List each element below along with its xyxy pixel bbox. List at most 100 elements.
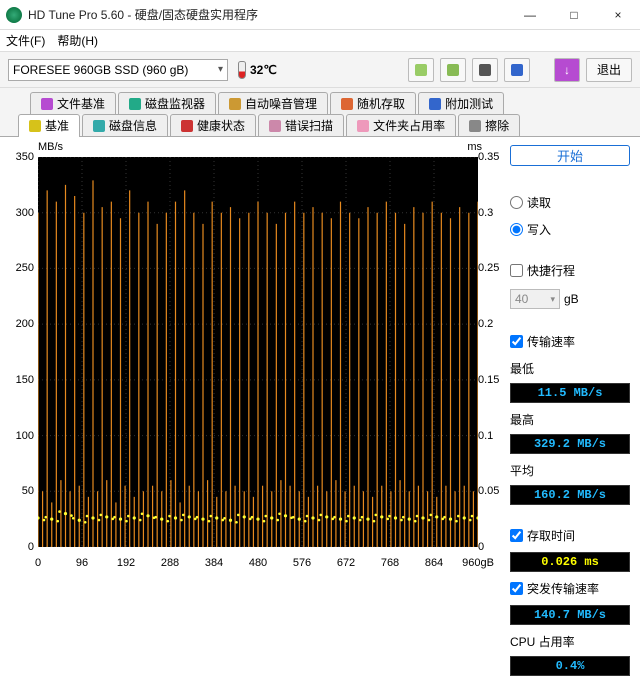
blocksize-unit: gB — [564, 292, 579, 306]
shortstroke-checkbox[interactable]: 快捷行程 — [510, 262, 630, 279]
tab-错误扫描[interactable]: 错误扫描 — [258, 114, 344, 136]
tab-icon — [93, 120, 105, 132]
tab-icon — [429, 98, 441, 110]
y-left-tick: 300 — [6, 207, 34, 219]
tab-文件基准[interactable]: 文件基准 — [30, 92, 116, 114]
y-left-tick: 100 — [6, 430, 34, 442]
save-button[interactable] — [504, 58, 530, 82]
tab-健康状态[interactable]: 健康状态 — [170, 114, 256, 136]
y-left-tick: 200 — [6, 318, 34, 330]
drive-select[interactable]: FORESEE 960GB SSD (960 gB) ▾ — [8, 59, 228, 81]
x-tick: 864 — [425, 557, 443, 569]
write-radio[interactable]: 写入 — [510, 221, 630, 238]
tab-icon — [129, 98, 141, 110]
maximize-button[interactable]: □ — [552, 0, 596, 30]
tab-label: 擦除 — [485, 117, 509, 134]
y-left-tick: 50 — [6, 485, 34, 497]
cpu-value: 0.4% — [510, 656, 630, 676]
copy-text-button[interactable] — [408, 58, 434, 82]
avg-value: 160.2 MB/s — [510, 485, 630, 505]
tab-icon — [357, 120, 369, 132]
tab-icon — [29, 120, 41, 132]
y-right-tick: 0.1 — [478, 430, 502, 442]
y-right-tick: 0.25 — [478, 262, 502, 274]
x-tick: 0 — [35, 557, 41, 569]
y-right-tick: 0.2 — [478, 318, 502, 330]
tab-icon — [181, 120, 193, 132]
x-tick: 768 — [381, 557, 399, 569]
tab-label: 错误扫描 — [285, 117, 333, 134]
x-tick: 480 — [249, 557, 267, 569]
tab-磁盘信息[interactable]: 磁盘信息 — [82, 114, 168, 136]
y-left-tick: 250 — [6, 262, 34, 274]
y-right-tick: 0.15 — [478, 374, 502, 386]
x-tick: 672 — [337, 557, 355, 569]
tab-label: 文件夹占用率 — [373, 117, 445, 134]
tab-icon — [469, 120, 481, 132]
y-left-tick: 150 — [6, 374, 34, 386]
x-end-label: 960gB — [462, 557, 494, 569]
y-right-tick: 0.05 — [478, 485, 502, 497]
tab-label: 随机存取 — [357, 95, 405, 112]
close-button[interactable]: × — [596, 0, 640, 30]
access-time-checkbox[interactable]: 存取时间 — [510, 527, 630, 544]
tab-磁盘监视器[interactable]: 磁盘监视器 — [118, 92, 216, 114]
tab-icon — [269, 120, 281, 132]
temperature-display: 32℃ — [238, 61, 277, 79]
window-title: HD Tune Pro 5.60 - 硬盘/固态硬盘实用程序 — [28, 6, 508, 23]
burst-rate-value: 140.7 MB/s — [510, 605, 630, 625]
y-right-tick: 0.35 — [478, 151, 502, 163]
tab-label: 基准 — [45, 117, 69, 134]
y-right-tick: 0 — [478, 541, 502, 553]
copy-screenshot-button[interactable] — [440, 58, 466, 82]
temperature-value: 32℃ — [250, 63, 277, 77]
start-button[interactable]: 开始 — [510, 145, 630, 166]
tab-icon — [341, 98, 353, 110]
app-icon — [6, 7, 22, 23]
read-radio[interactable]: 读取 — [510, 194, 630, 211]
screenshot-button[interactable] — [472, 58, 498, 82]
tab-label: 健康状态 — [197, 117, 245, 134]
burst-rate-checkbox[interactable]: 突发传输速率 — [510, 580, 630, 597]
blocksize-select: 40▾ — [510, 289, 560, 309]
y-left-label: MB/s — [38, 141, 63, 153]
tab-文件夹占用率[interactable]: 文件夹占用率 — [346, 114, 456, 136]
x-tick: 384 — [205, 557, 223, 569]
drive-select-value: FORESEE 960GB SSD (960 gB) — [13, 63, 188, 77]
chevron-down-icon: ▾ — [550, 294, 555, 305]
y-left-tick: 0 — [6, 541, 34, 553]
max-value: 329.2 MB/s — [510, 434, 630, 454]
avg-label: 平均 — [510, 462, 630, 479]
tab-基准[interactable]: 基准 — [18, 114, 80, 136]
exit-button[interactable]: 退出 — [586, 58, 632, 82]
menu-file[interactable]: 文件(F) — [6, 32, 45, 49]
tab-label: 自动噪音管理 — [245, 95, 317, 112]
cpu-label: CPU 占用率 — [510, 633, 630, 650]
menu-help[interactable]: 帮助(H) — [57, 32, 98, 49]
tab-label: 磁盘信息 — [109, 117, 157, 134]
tab-随机存取[interactable]: 随机存取 — [330, 92, 416, 114]
min-label: 最低 — [510, 360, 630, 377]
tab-label: 文件基准 — [57, 95, 105, 112]
x-tick: 576 — [293, 557, 311, 569]
tab-label: 磁盘监视器 — [145, 95, 205, 112]
options-button[interactable]: ↓ — [554, 58, 580, 82]
tab-附加测试[interactable]: 附加测试 — [418, 92, 504, 114]
x-tick: 288 — [161, 557, 179, 569]
benchmark-chart: MB/s ms 05010015020025030035000.050.10.1… — [0, 137, 500, 597]
tab-icon — [229, 98, 241, 110]
y-left-tick: 350 — [6, 151, 34, 163]
tab-自动噪音管理[interactable]: 自动噪音管理 — [218, 92, 328, 114]
tab-label: 附加测试 — [445, 95, 493, 112]
tab-擦除[interactable]: 擦除 — [458, 114, 520, 136]
chevron-down-icon: ▾ — [218, 64, 223, 75]
minimize-button[interactable]: — — [508, 0, 552, 30]
y-right-tick: 0.3 — [478, 207, 502, 219]
x-tick: 96 — [76, 557, 88, 569]
max-label: 最高 — [510, 411, 630, 428]
x-tick: 192 — [117, 557, 135, 569]
thermometer-icon — [238, 61, 246, 79]
access-time-value: 0.026 ms — [510, 552, 630, 572]
down-arrow-icon: ↓ — [564, 63, 570, 77]
transfer-rate-checkbox[interactable]: 传输速率 — [510, 333, 630, 350]
